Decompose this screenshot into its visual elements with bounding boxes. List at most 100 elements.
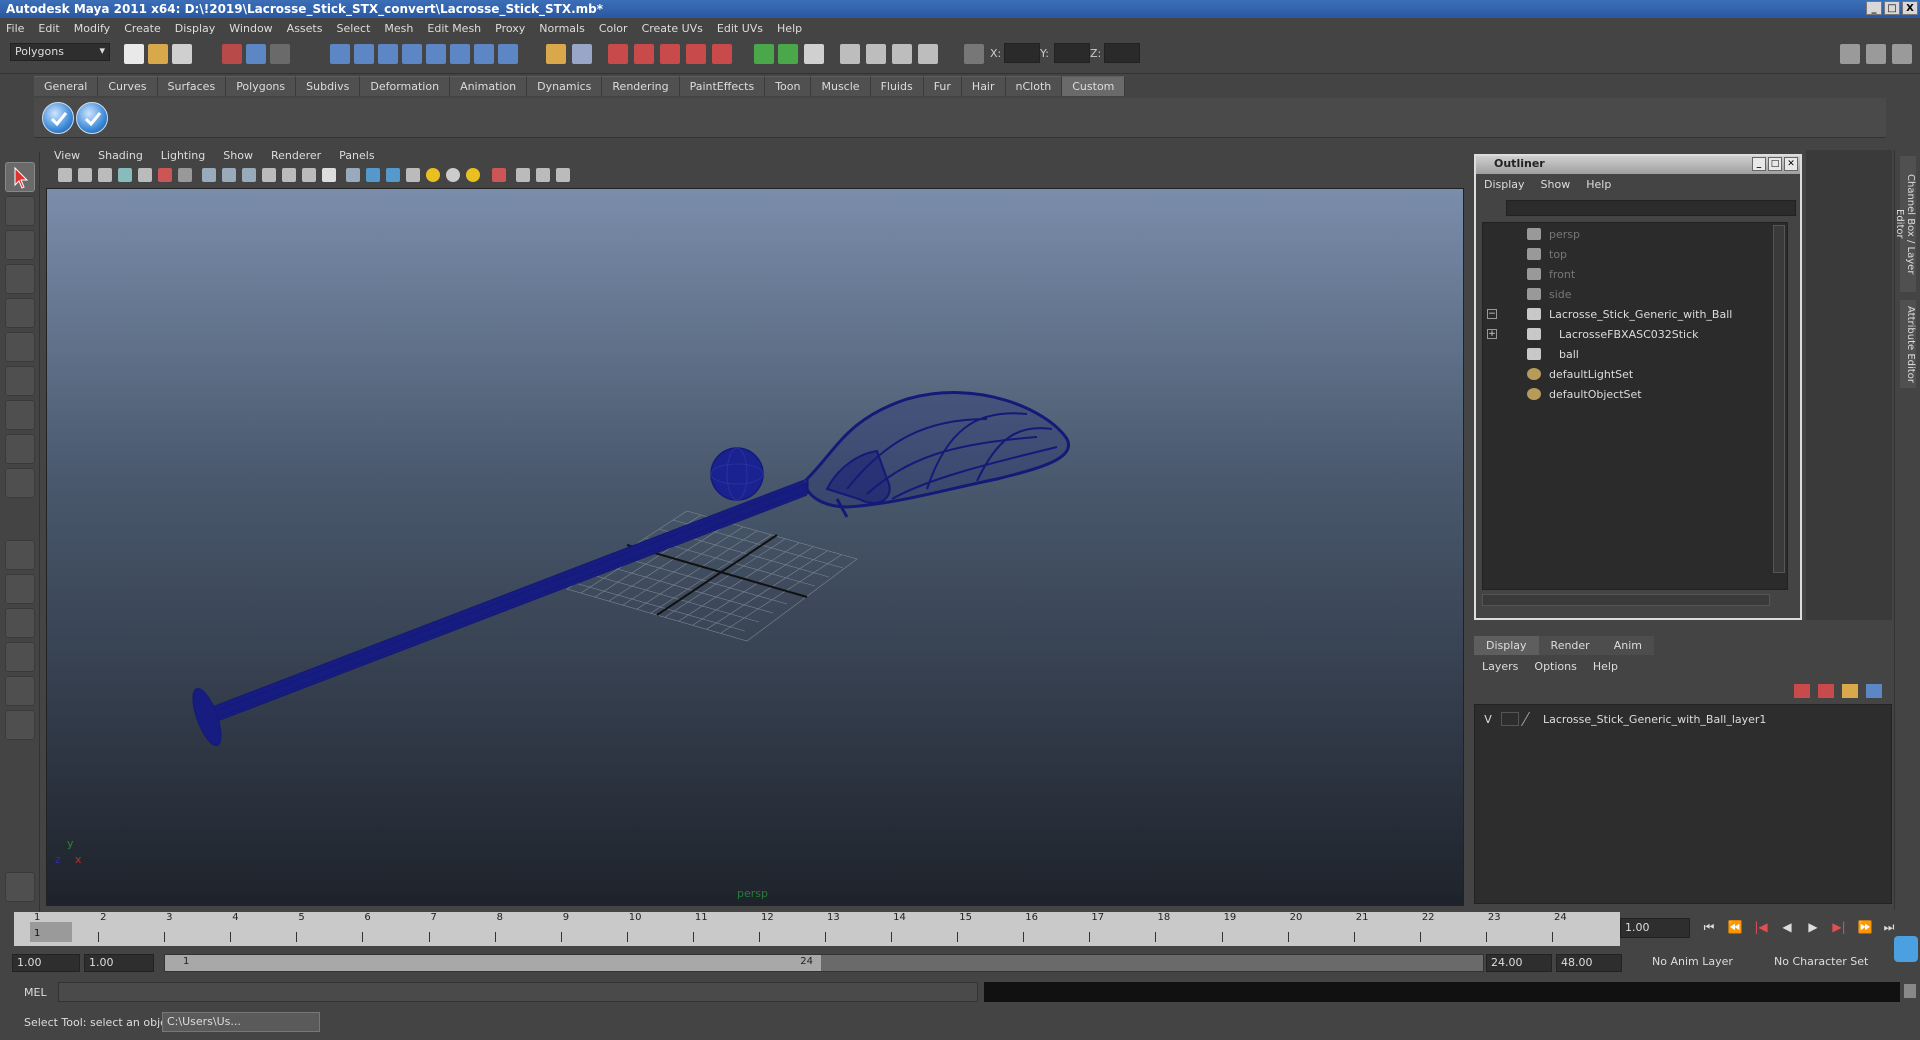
layer-type-toggle[interactable] (1501, 712, 1519, 726)
render-region-icon[interactable] (840, 44, 860, 64)
save-scene-icon[interactable] (172, 44, 192, 64)
all-lights-icon[interactable] (446, 168, 460, 182)
current-time-field[interactable]: 1.00 (1620, 918, 1690, 938)
menu-help[interactable]: Help (777, 22, 802, 35)
time-slider[interactable]: 1 2 3 4 5 6 7 8 9 10 11 12 13 14 15 16 17 18 19 20 21 22 23 24 1 (14, 912, 1620, 946)
outliner-item-persp[interactable]: persp (1527, 225, 1580, 243)
shelf-tab-custom[interactable]: Custom (1062, 76, 1126, 96)
select-by-component-icon[interactable] (270, 44, 290, 64)
minimize-button[interactable]: _ (1866, 1, 1882, 15)
play-backwards-icon[interactable]: ◀ (1778, 920, 1796, 936)
outliner-menu-display[interactable]: Display (1484, 178, 1525, 191)
shelf-tab-surfaces[interactable]: Surfaces (157, 76, 227, 96)
character-set-select[interactable]: No Character Set (1770, 954, 1880, 972)
hypershade-layout-icon[interactable] (5, 676, 35, 706)
new-layer-selected-icon[interactable] (1818, 684, 1834, 698)
outliner-item-default-light-set[interactable]: defaultLightSet (1527, 365, 1633, 383)
snap-grid-icon[interactable] (330, 44, 350, 64)
transform-field-icon[interactable] (964, 44, 984, 64)
output-ops-icon[interactable] (778, 44, 798, 64)
layer-tab-render[interactable]: Render (1538, 636, 1602, 655)
range-slider[interactable]: 1 24 (164, 954, 1484, 972)
menu-set-select[interactable]: Polygons ▾ (10, 43, 110, 61)
menu-edit-uvs[interactable]: Edit UVs (717, 22, 763, 35)
batch-render-icon[interactable] (892, 44, 912, 64)
new-empty-layer-icon[interactable] (1794, 684, 1810, 698)
move-layer-up-icon[interactable] (1842, 684, 1858, 698)
layer-color-swatch[interactable] (1520, 712, 1542, 726)
bounding-box-icon[interactable] (282, 168, 296, 182)
close-button[interactable]: X (1902, 1, 1918, 15)
shelf-tab-polygons[interactable]: Polygons (226, 76, 297, 96)
wireframe-icon[interactable] (222, 168, 236, 182)
script-editor-icon[interactable] (1904, 984, 1916, 998)
viewport-menu-show[interactable]: Show (223, 149, 253, 162)
outliner-maximize-button[interactable]: □ (1768, 157, 1782, 171)
manipulator-tool-icon[interactable] (5, 366, 35, 396)
hud-icon[interactable] (516, 168, 530, 182)
shelf-tab-fur[interactable]: Fur (923, 76, 962, 96)
menu-assets[interactable]: Assets (287, 22, 323, 35)
render-view-icon[interactable] (608, 44, 628, 64)
select-by-hierarchy-icon[interactable] (222, 44, 242, 64)
outliner-close-button[interactable]: ✕ (1784, 157, 1798, 171)
shelf-tab-deformation[interactable]: Deformation (360, 76, 451, 96)
anim-layer-select[interactable]: No Anim Layer (1648, 954, 1752, 972)
y-field[interactable] (1054, 43, 1090, 63)
outliner-item-ball[interactable]: ball (1527, 345, 1579, 363)
points-icon[interactable] (302, 168, 316, 182)
layer-menu-help[interactable]: Help (1593, 660, 1618, 673)
history-icon[interactable] (474, 44, 494, 64)
outliner-item-stick[interactable]: LacrosseFBXASC032Stick (1527, 325, 1699, 343)
toggle-tool-settings-icon[interactable] (1892, 44, 1912, 64)
outliner-filter-input[interactable] (1506, 200, 1796, 216)
smooth-shade-icon[interactable] (242, 168, 256, 182)
shelf-tab-subdivs[interactable]: Subdivs (296, 76, 361, 96)
ipr-render-icon[interactable] (660, 44, 680, 64)
resolution-gate-icon[interactable] (178, 168, 192, 182)
grid-toggle-icon[interactable] (202, 168, 216, 182)
shadows-icon[interactable] (466, 168, 480, 182)
outliner-item-side[interactable]: side (1527, 285, 1572, 303)
show-manipulator-icon[interactable] (5, 434, 35, 464)
shaded-wire-icon[interactable] (346, 168, 360, 182)
soft-mod-tool-icon[interactable] (5, 400, 35, 430)
minimized-window-button[interactable]: C:\Users\Us... (162, 1012, 320, 1032)
input-ops-icon[interactable] (754, 44, 774, 64)
layer-visibility-toggle[interactable]: V (1475, 713, 1501, 726)
shelf-tab-muscle[interactable]: Muscle (811, 76, 871, 96)
new-scene-icon[interactable] (124, 44, 144, 64)
isolate-select-icon[interactable] (492, 168, 506, 182)
viewport-menu-shading[interactable]: Shading (98, 149, 143, 162)
step-back-key-icon[interactable]: ⏪ (1726, 920, 1744, 936)
shelf-tab-dynamics[interactable]: Dynamics (527, 76, 603, 96)
rotate-tool-icon[interactable] (5, 298, 35, 328)
snap-point-icon[interactable] (378, 44, 398, 64)
viewport-menu-view[interactable]: View (54, 149, 80, 162)
layer-row[interactable]: V Lacrosse_Stick_Generic_with_Ball_layer… (1475, 709, 1891, 729)
attribute-editor-tab[interactable]: Attribute Editor (1900, 300, 1916, 388)
menu-edit-mesh[interactable]: Edit Mesh (427, 22, 481, 35)
bookmark-icon[interactable] (118, 168, 132, 182)
outliner-item-front[interactable]: front (1527, 265, 1575, 283)
outliner-horizontal-scrollbar[interactable] (1482, 594, 1770, 606)
shelf-tab-painteffects[interactable]: PaintEffects (679, 76, 766, 96)
step-forward-key-icon[interactable]: ⏩ (1856, 920, 1874, 936)
end-time-field[interactable]: 48.00 (1556, 954, 1622, 972)
outliner-item-top[interactable]: top (1527, 245, 1567, 263)
select-tool-icon[interactable] (5, 162, 35, 192)
shelf-tab-toon[interactable]: Toon (765, 76, 812, 96)
current-frame-marker[interactable]: 1 (30, 922, 72, 942)
camera-lock-icon[interactable] (78, 168, 92, 182)
collapse-icon[interactable]: − (1487, 309, 1497, 319)
texture-icon[interactable] (322, 168, 336, 182)
clipboard-icon[interactable] (804, 44, 824, 64)
menu-create[interactable]: Create (124, 22, 161, 35)
lock-icon[interactable] (546, 44, 566, 64)
select-by-object-icon[interactable] (246, 44, 266, 64)
camera-icon[interactable] (58, 168, 72, 182)
snap-plane-icon[interactable] (402, 44, 422, 64)
image-plane-icon[interactable] (138, 168, 152, 182)
outliner-item-lacrosse-group[interactable]: Lacrosse_Stick_Generic_with_Ball (1527, 305, 1732, 323)
menu-file[interactable]: File (6, 22, 24, 35)
